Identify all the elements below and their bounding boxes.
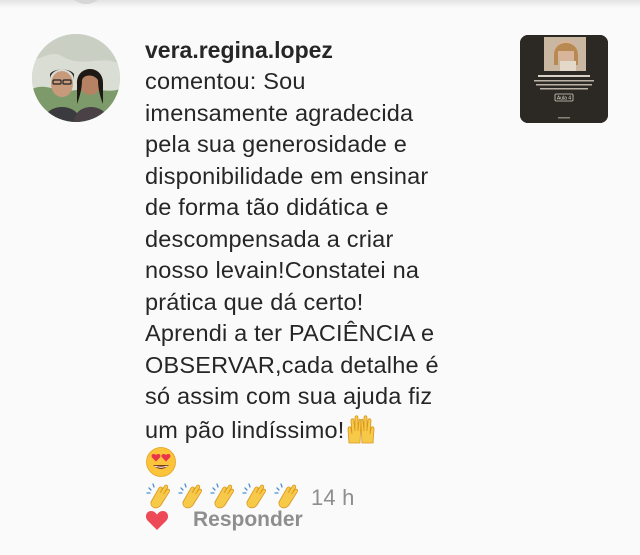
comment-timestamp: 14 h: [311, 484, 355, 510]
comment: vera.regina.lopez comentou: Sou imensame…: [145, 34, 495, 513]
raising-hands-emoji: [345, 413, 377, 445]
post-thumbnail[interactable]: Aula 4: [520, 35, 608, 123]
reply-button[interactable]: Responder: [193, 508, 303, 532]
top-edge-shadow: [0, 0, 640, 8]
heart-icon[interactable]: [145, 509, 169, 531]
avatar[interactable]: [32, 34, 120, 122]
comment-actions: Responder: [145, 505, 303, 535]
heart-eyes-emoji: [145, 446, 177, 478]
comment-text: comentou: Sou imensamente agradecida pel…: [145, 68, 439, 443]
comment-body: comentou: Sou imensamente agradecida pel…: [145, 66, 495, 513]
comment-username[interactable]: vera.regina.lopez: [145, 34, 495, 66]
thumbnail-badge: Aula 4: [557, 96, 571, 102]
